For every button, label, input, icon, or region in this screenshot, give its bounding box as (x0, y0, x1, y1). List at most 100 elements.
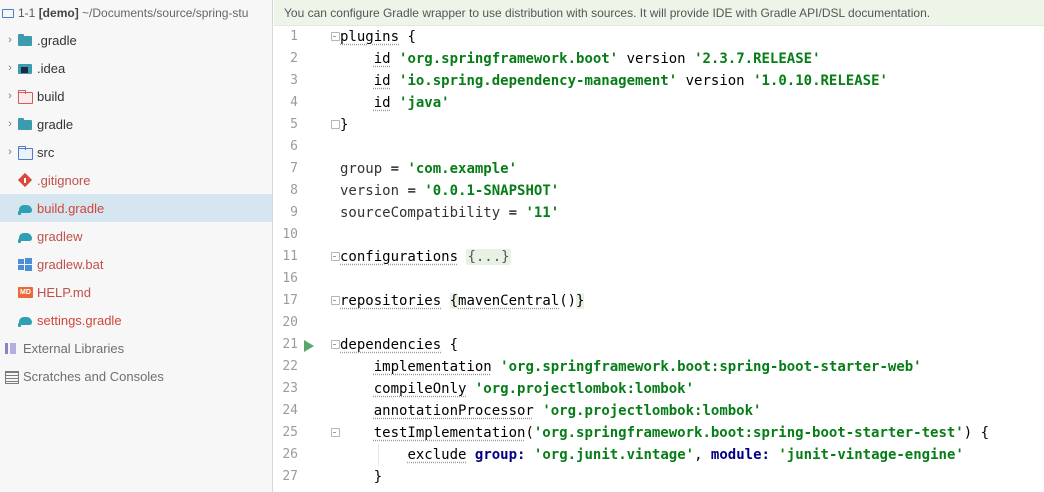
code-token: testImplementation (373, 425, 526, 441)
code-token: version (626, 51, 686, 67)
code-string: 'org.springframework.boot' (399, 51, 619, 67)
tree-item-label: gradle (37, 116, 74, 132)
fold-open-icon[interactable] (330, 32, 340, 42)
tree-item-build-dir[interactable]: › build (0, 82, 272, 110)
tree-item-gradle-wrapper-dir[interactable]: › gradle (0, 110, 272, 138)
chevron-right-icon[interactable]: › (4, 118, 16, 130)
code-line[interactable]: 8 version = '0.0.1-SNAPSHOT' (274, 180, 1044, 202)
code-token: dependencies (340, 337, 442, 353)
code-line[interactable]: 2 id 'org.springframework.boot' version … (274, 48, 1044, 70)
fold-open-icon[interactable] (330, 428, 340, 438)
line-number: 20 (282, 315, 298, 330)
code-line[interactable]: 6 (274, 136, 1044, 158)
line-number: 21 (282, 337, 298, 352)
tree-item-build-gradle[interactable]: build.gradle (0, 194, 272, 222)
code-line[interactable]: 22 implementation 'org.springframework.b… (274, 356, 1044, 378)
project-root-name: 1-1 (18, 6, 36, 20)
code-token: configurations (340, 249, 459, 265)
code-line[interactable]: 5 } (274, 114, 1044, 136)
project-tool-window: 1-1 [demo] ~/Documents/source/spring-stu… (0, 0, 273, 492)
tree-item-label: Scratches and Consoles (23, 368, 164, 384)
code-line[interactable]: 25 testImplementation('org.springframewo… (274, 422, 1044, 444)
fold-closed-icon[interactable] (330, 296, 340, 306)
code-string: '2.3.7.RELEASE' (694, 51, 821, 67)
chevron-right-icon[interactable]: › (4, 146, 16, 158)
tree-item-label: gradlew.bat (37, 256, 104, 272)
run-gutter-icon[interactable] (304, 340, 314, 352)
line-number: 27 (282, 469, 298, 484)
code-line[interactable]: 10 (274, 224, 1044, 246)
code-line[interactable]: 16 (274, 268, 1044, 290)
code-line[interactable]: 24 annotationProcessor 'org.projectlombo… (274, 400, 1044, 422)
tree-item-help-md[interactable]: HELP.md (0, 278, 272, 306)
windows-icon (18, 257, 33, 271)
code-area[interactable]: 1 plugins { 2 id 'org.springframework.bo… (274, 26, 1044, 488)
tree-item-gradlew-bat[interactable]: gradlew.bat (0, 250, 272, 278)
code-line[interactable]: 17 repositories {mavenCentral()} (274, 290, 1044, 312)
gradle-icon (18, 202, 33, 215)
scratches-icon (4, 370, 19, 384)
tree-item-label: settings.gradle (37, 312, 122, 328)
tree-item-label: src (37, 144, 55, 160)
ide-window: 1-1 [demo] ~/Documents/source/spring-stu… (0, 0, 1044, 492)
chevron-right-icon[interactable]: › (4, 34, 16, 46)
line-number: 1 (290, 29, 298, 44)
gradle-wrapper-notification[interactable]: You can configure Gradle wrapper to use … (274, 0, 1044, 26)
folded-region[interactable]: {...} (466, 249, 511, 265)
code-token: group (340, 161, 383, 177)
code-string: 'org.projectlombok:lombok' (474, 381, 695, 397)
project-header[interactable]: 1-1 [demo] ~/Documents/source/spring-stu (0, 0, 272, 26)
tree-item-gradle-dir[interactable]: › .gradle (0, 26, 272, 54)
code-string: 'org.projectlombok:lombok' (542, 403, 762, 419)
code-string: 'io.spring.dependency-management' (399, 73, 678, 89)
tree-item-src-dir[interactable]: › src (0, 138, 272, 166)
line-number: 17 (282, 293, 298, 308)
code-token: implementation (373, 359, 492, 375)
tree-item-settings-gradle[interactable]: settings.gradle (0, 306, 272, 334)
line-number: 3 (290, 73, 298, 88)
tree-item-idea-dir[interactable]: › .idea (0, 54, 272, 82)
code-line[interactable]: 4 id 'java' (274, 92, 1044, 114)
tree-item-gitignore[interactable]: .gitignore (0, 166, 272, 194)
fold-open-icon[interactable] (330, 340, 340, 350)
line-number: 24 (282, 403, 298, 418)
code-string: '1.0.10.RELEASE' (753, 73, 888, 89)
code-token: version (340, 183, 400, 199)
code-line[interactable]: 11 configurations {...} (274, 246, 1044, 268)
line-number: 6 (290, 139, 298, 154)
code-string: '11' (525, 205, 560, 221)
tree-item-label: .idea (37, 60, 66, 76)
tree-item-scratches[interactable]: Scratches and Consoles (0, 362, 272, 390)
code-line[interactable]: 1 plugins { (274, 26, 1044, 48)
fold-end-icon[interactable] (330, 120, 340, 130)
code-token: exclude (407, 447, 467, 463)
code-line[interactable]: 27 } (274, 466, 1044, 488)
tree-item-gradlew[interactable]: gradlew (0, 222, 272, 250)
fold-closed-icon[interactable] (330, 252, 340, 262)
tree-item-label: gradlew (37, 228, 83, 244)
line-number: 5 (290, 117, 298, 132)
line-number: 25 (282, 425, 298, 440)
code-editor[interactable]: You can configure Gradle wrapper to use … (274, 0, 1044, 492)
code-line[interactable]: 3 id 'io.spring.dependency-management' v… (274, 70, 1044, 92)
code-line[interactable]: 21 dependencies { (274, 334, 1044, 356)
code-line[interactable]: 7 group = 'com.example' (274, 158, 1044, 180)
code-line[interactable]: 9 sourceCompatibility = '11' (274, 202, 1044, 224)
idea-folder-icon (18, 62, 33, 75)
folder-icon (18, 33, 33, 47)
line-number: 9 (290, 205, 298, 220)
code-token: group: (474, 447, 526, 463)
tree-item-external-libraries[interactable]: External Libraries (0, 334, 272, 362)
line-number: 2 (290, 51, 298, 66)
code-string: 'org.springframework.boot:spring-boot-st… (533, 425, 964, 441)
code-line[interactable]: 23 compileOnly 'org.projectlombok:lombok… (274, 378, 1044, 400)
code-line[interactable]: 26 exclude group: 'org.junit.vintage', m… (274, 444, 1044, 466)
line-number: 26 (282, 447, 298, 462)
chevron-right-icon[interactable]: › (4, 90, 16, 102)
tree-item-label: .gitignore (37, 172, 91, 188)
code-line[interactable]: 20 (274, 312, 1044, 334)
git-icon (18, 174, 33, 187)
markdown-icon (18, 286, 33, 299)
chevron-right-icon[interactable]: › (4, 62, 16, 74)
project-module-name: [demo] (38, 6, 79, 20)
